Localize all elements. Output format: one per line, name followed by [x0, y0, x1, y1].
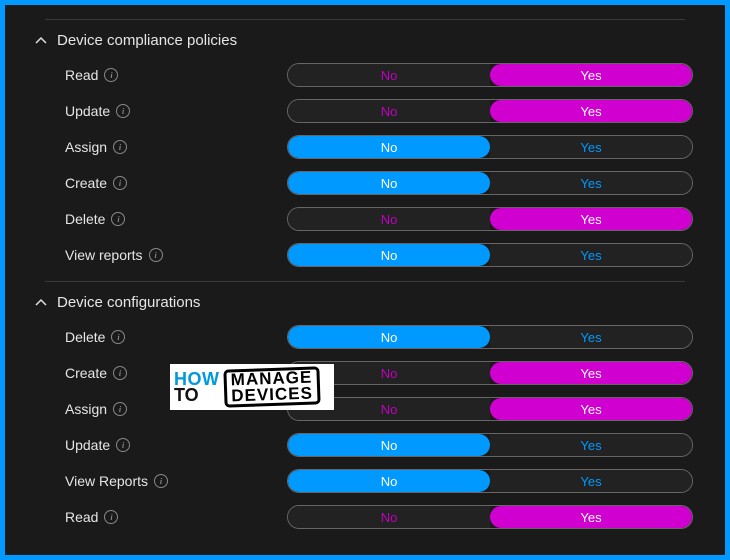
permission-name: View reports [65, 247, 143, 263]
watermark-devices: DEVICES [231, 386, 313, 405]
permissions-panel: Device compliance policies Read i No Yes… [5, 5, 725, 555]
info-icon[interactable]: i [113, 140, 127, 154]
info-icon[interactable]: i [116, 438, 130, 452]
toggle-delete[interactable]: No Yes [287, 325, 693, 349]
toggle-create[interactable]: No Yes [287, 171, 693, 195]
permission-label: Update i [65, 103, 287, 119]
watermark-logo: HOW TO MANAGE DEVICES [170, 364, 334, 410]
permission-name: Read [65, 67, 98, 83]
toggle-no[interactable]: No [288, 244, 490, 266]
info-icon[interactable]: i [113, 402, 127, 416]
toggle-no[interactable]: No [288, 434, 490, 456]
permission-name: Delete [65, 329, 105, 345]
permission-row: Create i No Yes [65, 165, 705, 201]
divider [45, 19, 685, 20]
toggle-yes[interactable]: Yes [490, 362, 692, 384]
toggle-assign[interactable]: No Yes [287, 135, 693, 159]
toggle-yes[interactable]: Yes [490, 244, 692, 266]
toggle-yes[interactable]: Yes [490, 136, 692, 158]
permission-row: View reports i No Yes [65, 237, 705, 273]
toggle-view-reports[interactable]: No Yes [287, 469, 693, 493]
permission-row: Create i No Yes [65, 355, 705, 391]
section-body: Delete i No Yes Create i No Yes [25, 319, 705, 535]
info-icon[interactable]: i [104, 510, 118, 524]
toggle-no[interactable]: No [288, 172, 490, 194]
toggle-yes[interactable]: Yes [490, 326, 692, 348]
watermark-left: HOW TO [174, 371, 220, 403]
toggle-no[interactable]: No [288, 136, 490, 158]
section-body: Read i No Yes Update i No Yes [25, 57, 705, 273]
info-icon[interactable]: i [111, 330, 125, 344]
toggle-no[interactable]: No [288, 326, 490, 348]
toggle-create[interactable]: No Yes [287, 361, 693, 385]
toggle-assign[interactable]: No Yes [287, 397, 693, 421]
permission-name: Assign [65, 139, 107, 155]
permission-name: Update [65, 437, 110, 453]
toggle-update[interactable]: No Yes [287, 433, 693, 457]
watermark-right: MANAGE DEVICES [223, 366, 320, 408]
divider [45, 281, 685, 282]
info-icon[interactable]: i [149, 248, 163, 262]
toggle-yes[interactable]: Yes [490, 470, 692, 492]
info-icon[interactable]: i [104, 68, 118, 82]
permission-label: Update i [65, 437, 287, 453]
toggle-delete[interactable]: No Yes [287, 207, 693, 231]
permission-label: View Reports i [65, 473, 287, 489]
permission-label: Delete i [65, 329, 287, 345]
section-header[interactable]: Device compliance policies [25, 24, 705, 57]
info-icon[interactable]: i [116, 104, 130, 118]
section-device-configurations: Device configurations Delete i No Yes Cr… [25, 286, 705, 535]
permission-name: Update [65, 103, 110, 119]
permission-row: Delete i No Yes [65, 319, 705, 355]
toggle-yes[interactable]: Yes [490, 434, 692, 456]
toggle-no[interactable]: No [288, 100, 490, 122]
toggle-read[interactable]: No Yes [287, 63, 693, 87]
toggle-no[interactable]: No [288, 64, 490, 86]
permission-label: Assign i [65, 139, 287, 155]
permission-row: Delete i No Yes [65, 201, 705, 237]
toggle-view-reports[interactable]: No Yes [287, 243, 693, 267]
toggle-yes[interactable]: Yes [490, 64, 692, 86]
permission-row: Assign i No Yes [65, 391, 705, 427]
permission-row: View Reports i No Yes [65, 463, 705, 499]
section-header[interactable]: Device configurations [25, 286, 705, 319]
permission-row: Update i No Yes [65, 93, 705, 129]
toggle-read[interactable]: No Yes [287, 505, 693, 529]
permission-name: Assign [65, 401, 107, 417]
toggle-update[interactable]: No Yes [287, 99, 693, 123]
info-icon[interactable]: i [113, 366, 127, 380]
permission-label: Create i [65, 175, 287, 191]
toggle-no[interactable]: No [288, 208, 490, 230]
toggle-yes[interactable]: Yes [490, 172, 692, 194]
toggle-yes[interactable]: Yes [490, 398, 692, 420]
toggle-yes[interactable]: Yes [490, 100, 692, 122]
permission-row: Assign i No Yes [65, 129, 705, 165]
permission-name: Create [65, 175, 107, 191]
toggle-yes[interactable]: Yes [490, 208, 692, 230]
permission-name: Create [65, 365, 107, 381]
watermark-to: TO [174, 387, 220, 403]
info-icon[interactable]: i [154, 474, 168, 488]
permission-row: Read i No Yes [65, 57, 705, 93]
section-device-compliance-policies: Device compliance policies Read i No Yes… [25, 24, 705, 273]
info-icon[interactable]: i [113, 176, 127, 190]
toggle-no[interactable]: No [288, 470, 490, 492]
permission-label: Read i [65, 67, 287, 83]
permission-name: Delete [65, 211, 105, 227]
toggle-yes[interactable]: Yes [490, 506, 692, 528]
permission-name: Read [65, 509, 98, 525]
permission-label: View reports i [65, 247, 287, 263]
permission-row: Read i No Yes [65, 499, 705, 535]
permission-label: Delete i [65, 211, 287, 227]
info-icon[interactable]: i [111, 212, 125, 226]
chevron-up-icon [35, 297, 47, 309]
permission-label: Read i [65, 509, 287, 525]
section-title: Device configurations [57, 294, 200, 311]
permission-row: Update i No Yes [65, 427, 705, 463]
chevron-up-icon [35, 35, 47, 47]
permission-name: View Reports [65, 473, 148, 489]
section-title: Device compliance policies [57, 32, 237, 49]
toggle-no[interactable]: No [288, 506, 490, 528]
